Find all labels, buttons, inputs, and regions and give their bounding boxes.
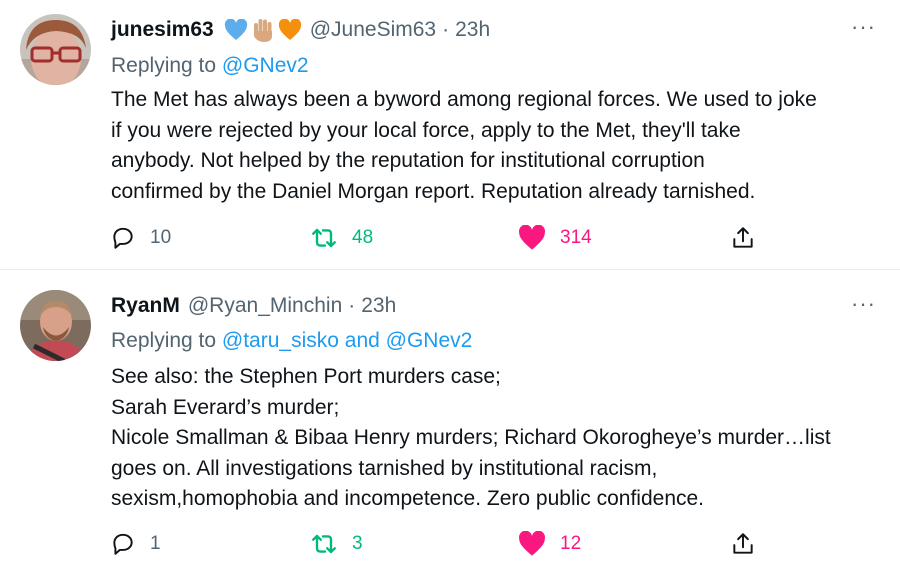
share-button[interactable] [730,225,756,251]
heart-icon [519,531,545,556]
avatar[interactable] [20,290,91,361]
reply-button[interactable]: 10 [110,225,171,251]
tweet-text-line: sexism,homophobia and incompetence. Zero… [111,487,705,510]
retweet-count: 48 [352,227,374,248]
mention-link[interactable]: @GNev2 [222,54,309,77]
like-button[interactable]: 12 [518,531,581,557]
like-count: 12 [560,533,582,554]
avatar[interactable] [20,14,91,85]
tweet[interactable]: RyanM @Ryan_Minchin · 23h ··· Replying t… [0,270,900,569]
tweet-text-line: anybody. Not helped by the reputation fo… [111,149,705,172]
author-name[interactable]: RyanM [111,294,180,318]
tweet-text-line: if you were rejected by your local force… [111,118,741,142]
separator-dot: · [442,18,450,41]
tweet-text-line: See also: the Stephen Port murders case; [111,365,501,388]
action-bar: 1 3 12 [110,531,770,559]
reply-button[interactable]: 1 [110,531,161,557]
tweet-text-line: goes on. All investigations tarnished by… [111,456,658,480]
retweet-button[interactable]: 48 [310,225,373,251]
author-name[interactable]: junesim63 [111,18,214,42]
orange-heart-icon [278,19,301,40]
retweet-icon [312,534,336,554]
author-handle[interactable]: @JuneSim63 [310,18,436,42]
tweet-text-line: The Met has always been a byword among r… [111,88,817,111]
more-options-icon[interactable]: ··· [851,291,876,317]
replying-to: Replying to @taru_sisko and @GNev2 [111,329,472,353]
tweet-text-line: Sarah Everard’s murder; [111,395,340,419]
heart-icon [519,225,545,250]
tweet-text-line: Nicole Smallman & Bibaa Henry murders; R… [111,426,831,449]
share-icon [733,533,753,554]
timestamp[interactable]: 23h [455,18,490,42]
more-options-icon[interactable]: ··· [851,14,876,40]
like-button[interactable]: 314 [518,225,592,251]
retweet-button[interactable]: 3 [310,531,363,557]
reply-count: 10 [150,227,172,248]
replying-to-label: Replying to [111,54,222,77]
tweet-text: The Met has always been a byword among r… [111,85,881,207]
share-icon [733,227,753,248]
tweet-header: junesim63 @JuneSim63 · 23h [111,17,490,43]
tweet-header: RyanM @Ryan_Minchin · 23h [111,294,396,318]
name-badges [224,17,302,43]
raised-hand-icon [253,19,272,42]
timestamp[interactable]: 23h [361,294,396,318]
tweet-text: See also: the Stephen Port murders case;… [111,362,881,515]
mention-link[interactable]: @taru_sisko and @GNev2 [222,329,472,352]
replying-to: Replying to @GNev2 [111,54,309,78]
replying-to-label: Replying to [111,329,222,352]
tweet-text-line: confirmed by the Daniel Morgan report. R… [111,179,756,203]
separator-dot: · [348,294,356,317]
share-button[interactable] [730,531,756,557]
reply-icon [113,227,133,249]
reply-icon [113,533,133,555]
retweet-icon [312,228,336,248]
action-bar: 10 48 314 [110,225,770,253]
blue-heart-icon [224,19,247,40]
author-handle[interactable]: @Ryan_Minchin [188,294,342,318]
reply-count: 1 [150,533,161,554]
like-count: 314 [560,227,592,248]
tweet[interactable]: junesim63 @JuneSim63 · 23h ··· Replying … [0,0,900,270]
retweet-count: 3 [352,533,363,554]
